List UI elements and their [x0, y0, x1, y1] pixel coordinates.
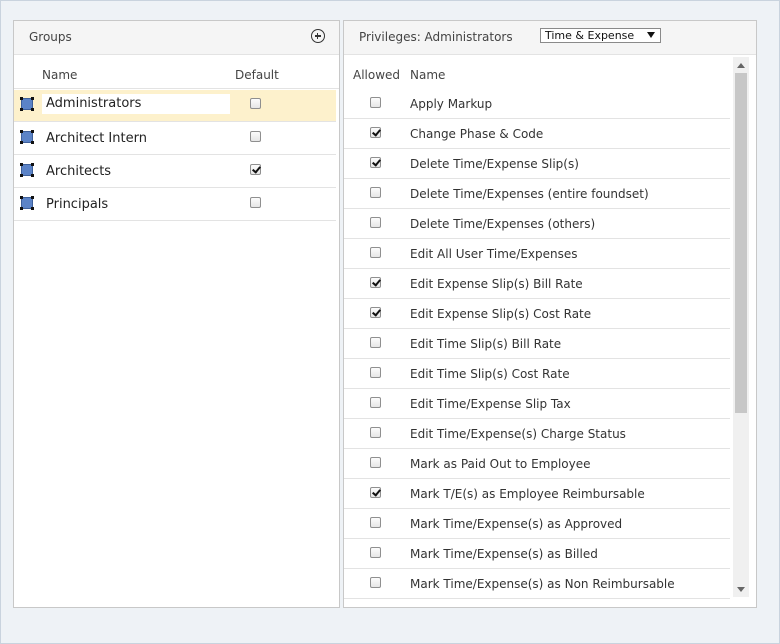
- privileges-panel-header: Privileges: Administrators Time & Expens…: [344, 21, 756, 55]
- default-checkbox[interactable]: [250, 164, 261, 175]
- groups-header-divider: [14, 88, 339, 89]
- privilege-name: Delete Time/Expense Slip(s): [410, 157, 579, 171]
- allowed-checkbox[interactable]: [370, 547, 381, 558]
- groups-panel-header: Groups: [14, 21, 339, 55]
- allowed-checkbox[interactable]: [370, 277, 381, 288]
- allowed-checkbox[interactable]: [370, 337, 381, 348]
- privileges-panel-title: Privileges: Administrators: [359, 30, 513, 44]
- privileges-column-allowed[interactable]: Allowed: [353, 68, 400, 82]
- groups-column-name[interactable]: Name: [42, 68, 77, 82]
- privilege-row[interactable]: Edit All User Time/Expenses: [344, 239, 730, 269]
- privilege-name: Delete Time/Expenses (entire foundset): [410, 187, 649, 201]
- privilege-row[interactable]: Mark T/E(s) as Employee Reimbursable: [344, 479, 730, 509]
- allowed-checkbox[interactable]: [370, 457, 381, 468]
- privilege-row[interactable]: Edit Expense Slip(s) Cost Rate: [344, 299, 730, 329]
- allowed-checkbox[interactable]: [370, 307, 381, 318]
- group-row[interactable]: Architect Intern: [14, 123, 336, 155]
- allowed-checkbox[interactable]: [370, 487, 381, 498]
- privilege-row[interactable]: Edit Time/Expense(s) Charge Status: [344, 419, 730, 449]
- privilege-row[interactable]: Mark as Paid Out to Employee: [344, 449, 730, 479]
- group-row[interactable]: Architects: [14, 156, 336, 188]
- chevron-down-icon: [647, 32, 655, 38]
- privilege-row[interactable]: Delete Time/Expenses (entire foundset): [344, 179, 730, 209]
- group-icon: [20, 163, 34, 177]
- group-icon: [20, 130, 34, 144]
- privilege-row[interactable]: Delete Time/Expenses (others): [344, 209, 730, 239]
- privilege-name: Delete Time/Expenses (others): [410, 217, 596, 231]
- privilege-row[interactable]: Edit Time Slip(s) Bill Rate: [344, 329, 730, 359]
- privilege-row[interactable]: Edit Expense Slip(s) Bill Rate: [344, 269, 730, 299]
- privilege-name: Edit Expense Slip(s) Cost Rate: [410, 307, 592, 321]
- privilege-name: Edit Time/Expense(s) Charge Status: [410, 427, 626, 441]
- allowed-checkbox[interactable]: [370, 97, 381, 108]
- groups-column-default[interactable]: Default: [235, 68, 279, 82]
- privileges-scrollbar[interactable]: [733, 57, 749, 597]
- privileges-column-name[interactable]: Name: [410, 68, 445, 82]
- privilege-name: Edit All User Time/Expenses: [410, 247, 578, 261]
- privilege-category-value: Time & Expense: [545, 29, 635, 42]
- default-checkbox[interactable]: [250, 197, 261, 208]
- privileges-list: Apply Markup Change Phase & Code Delete Ti…: [344, 89, 730, 607]
- privilege-name: Edit Time/Expense Slip Tax: [410, 397, 571, 411]
- allowed-checkbox[interactable]: [370, 367, 381, 378]
- allowed-checkbox[interactable]: [370, 397, 381, 408]
- privilege-category-select[interactable]: Time & Expense: [540, 28, 661, 43]
- privilege-name: Mark Time/Expense(s) as Approved: [410, 517, 623, 531]
- group-name[interactable]: Principals: [46, 195, 108, 215]
- group-icon: [20, 97, 34, 111]
- scrollbar-thumb[interactable]: [735, 73, 747, 413]
- privilege-row[interactable]: Mark Time/Expense(s) as Billed: [344, 539, 730, 569]
- allowed-checkbox[interactable]: [370, 517, 381, 528]
- allowed-checkbox[interactable]: [370, 577, 381, 588]
- privilege-row[interactable]: Edit Time Slip(s) Cost Rate: [344, 359, 730, 389]
- privilege-name: Mark T/E(s) as Employee Reimbursable: [410, 487, 645, 501]
- group-row[interactable]: Principals: [14, 189, 336, 221]
- privilege-row[interactable]: Change Phase & Code: [344, 119, 730, 149]
- privilege-name: Mark Time/Expense(s) as Non Reimbursable: [410, 577, 675, 591]
- allowed-checkbox[interactable]: [370, 427, 381, 438]
- privilege-row[interactable]: Edit Time/Expense Slip Tax: [344, 389, 730, 419]
- privilege-name: Mark Time/Expense(s) as Billed: [410, 547, 598, 561]
- group-name-field[interactable]: Administrators: [42, 94, 230, 114]
- groups-panel: Groups Name Default Administrators Archit…: [13, 20, 340, 608]
- privilege-name: Edit Expense Slip(s) Bill Rate: [410, 277, 583, 291]
- privilege-row[interactable]: Delete Time/Expense Slip(s): [344, 149, 730, 179]
- scroll-down-arrow-icon[interactable]: [737, 587, 745, 592]
- allowed-checkbox[interactable]: [370, 247, 381, 258]
- group-row[interactable]: Administrators: [14, 90, 336, 122]
- privilege-name: Mark as Paid Out to Employee: [410, 457, 591, 471]
- privilege-name: Edit Time Slip(s) Cost Rate: [410, 367, 570, 381]
- scroll-up-arrow-icon[interactable]: [737, 63, 745, 68]
- privilege-row[interactable]: Apply Markup: [344, 89, 730, 119]
- group-icon: [20, 196, 34, 210]
- groups-panel-title: Groups: [29, 30, 72, 44]
- app-frame: Groups Name Default Administrators Archit…: [0, 0, 780, 644]
- privilege-row[interactable]: Mark Time/Expense(s) as Non Reimbursable: [344, 569, 730, 599]
- group-name[interactable]: Architects: [46, 162, 111, 182]
- group-name[interactable]: Architect Intern: [46, 129, 147, 149]
- allowed-checkbox[interactable]: [370, 157, 381, 168]
- allowed-checkbox[interactable]: [370, 127, 381, 138]
- privileges-panel: Privileges: Administrators Time & Expens…: [343, 20, 757, 608]
- privilege-name: Edit Time Slip(s) Bill Rate: [410, 337, 562, 351]
- add-group-button[interactable]: [311, 29, 325, 43]
- privilege-name: Change Phase & Code: [410, 127, 544, 141]
- default-checkbox[interactable]: [250, 131, 261, 142]
- allowed-checkbox[interactable]: [370, 187, 381, 198]
- privilege-name: Apply Markup: [410, 97, 493, 111]
- privilege-row[interactable]: Mark Time/Expense(s) as Approved: [344, 509, 730, 539]
- allowed-checkbox[interactable]: [370, 217, 381, 228]
- default-checkbox[interactable]: [250, 98, 261, 109]
